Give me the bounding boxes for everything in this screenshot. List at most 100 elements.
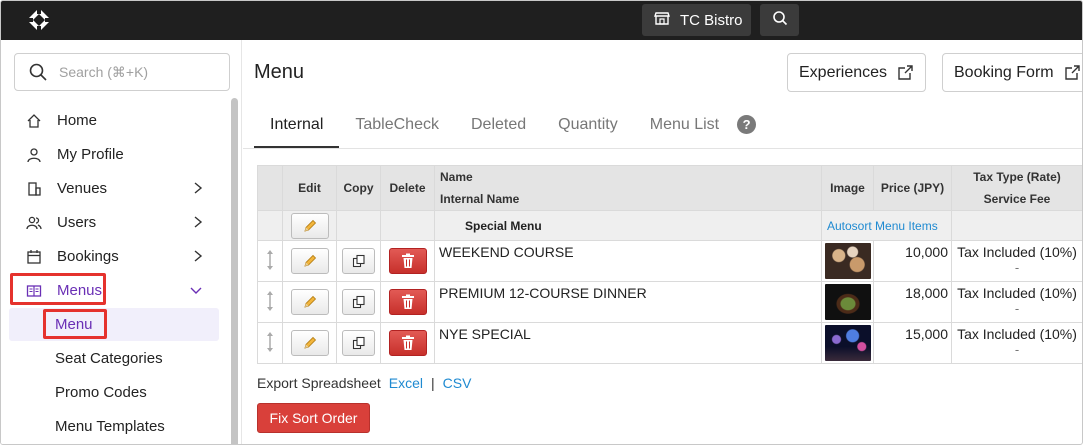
copy-button[interactable] (342, 289, 375, 315)
search-placeholder: Search (⌘+K) (59, 63, 149, 80)
sidebar-subitem-menu-templates[interactable]: Menu Templates (9, 410, 219, 443)
drag-handle-icon[interactable] (257, 322, 283, 364)
edit-cell (282, 240, 337, 282)
menu-price: 10,000 (905, 244, 948, 260)
experiences-button[interactable]: Experiences (787, 53, 926, 92)
tab-deleted[interactable]: Deleted (455, 106, 542, 148)
calendar-icon (25, 248, 43, 266)
tab-divider (243, 148, 1082, 149)
section-empty-cell (336, 210, 381, 241)
tab-tablecheck[interactable]: TableCheck (339, 106, 455, 148)
venue-switcher-button[interactable]: TC Bistro (642, 4, 751, 36)
section-drag-cell (257, 210, 283, 241)
menu-name[interactable]: NYE SPECIAL (439, 323, 821, 342)
section-edit-cell (282, 210, 337, 241)
export-csv-link[interactable]: CSV (443, 375, 472, 391)
booking-form-button[interactable]: Booking Form (942, 53, 1082, 92)
tax-cell: Tax Included (10%) - (951, 240, 1082, 282)
main-content: Menu Experiences Booking Form Internal T… (243, 40, 1082, 444)
menu-name-cell: NYE SPECIAL (434, 322, 822, 364)
image-cell (821, 281, 874, 323)
tax-type: Tax Included (10%) (957, 326, 1077, 342)
drag-handle-icon[interactable] (257, 240, 283, 282)
sidebar-item-venues[interactable]: Venues (9, 172, 219, 205)
autosort-cell: Autosort Menu Items (821, 210, 952, 241)
sidebar-item-label: Bookings (57, 248, 119, 265)
tax-cell: Tax Included (10%) - (951, 281, 1082, 323)
copy-cell (336, 281, 381, 323)
top-bar: TC Bistro (1, 1, 1082, 40)
sidebar-item-my-profile[interactable]: My Profile (9, 138, 219, 171)
section-empty-cell (380, 210, 435, 241)
menu-name-cell: PREMIUM 12-COURSE DINNER (434, 281, 822, 323)
sidebar: Search (⌘+K) Home My Profile Venues User… (1, 40, 242, 444)
col-edit: Edit (282, 165, 337, 211)
copy-button[interactable] (342, 330, 375, 356)
tab-internal[interactable]: Internal (254, 106, 340, 148)
fix-sort-order-button[interactable]: Fix Sort Order (257, 403, 370, 433)
edit-cell (282, 322, 337, 364)
tab-quantity[interactable]: Quantity (542, 106, 634, 148)
menu-name[interactable]: PREMIUM 12-COURSE DINNER (439, 282, 821, 301)
export-separator: | (430, 375, 435, 391)
home-icon (25, 112, 43, 130)
edit-button[interactable] (290, 289, 329, 315)
delete-button[interactable] (388, 289, 427, 315)
app-window: TC Bistro Search (⌘+K) Home My Profile V… (0, 0, 1083, 445)
chevron-right-icon (193, 215, 203, 233)
col-drag (257, 165, 283, 211)
sidebar-item-label: My Profile (57, 146, 124, 163)
sidebar-item-label: Venues (57, 180, 108, 197)
sidebar-subitem-menu[interactable]: Menu (9, 308, 219, 341)
col-copy: Copy (336, 165, 381, 211)
col-name: Name Internal Name (434, 165, 822, 211)
highlight-box-menus (10, 273, 106, 305)
table-row: PREMIUM 12-COURSE DINNER 18,000 Tax Incl… (257, 281, 1082, 323)
menu-name-cell: WEEKEND COURSE (434, 240, 822, 282)
export-excel-link[interactable]: Excel (389, 375, 423, 391)
price-cell: 10,000 (873, 240, 952, 282)
sidebar-item-bookings[interactable]: Bookings (9, 240, 219, 273)
price-cell: 15,000 (873, 322, 952, 364)
export-spreadsheet: Export Spreadsheet Excel | CSV (257, 375, 471, 391)
copy-icon (352, 336, 365, 350)
service-fee: - (1014, 342, 1020, 357)
edit-button[interactable] (290, 248, 329, 274)
delete-cell (380, 281, 435, 323)
autosort-link[interactable]: Autosort Menu Items (827, 219, 938, 233)
delete-button[interactable] (388, 330, 427, 356)
sidebar-item-label: Home (57, 112, 98, 129)
help-icon[interactable]: ? (737, 115, 757, 134)
store-icon (654, 10, 670, 30)
tab-menu-list[interactable]: Menu List (634, 106, 735, 148)
logo-icon[interactable] (26, 7, 52, 33)
table-row: NYE SPECIAL 15,000 Tax Included (10%) - (257, 322, 1082, 364)
menu-name[interactable]: WEEKEND COURSE (439, 241, 821, 260)
chevron-right-icon (193, 181, 203, 199)
sidebar-subitem-seat-categories[interactable]: Seat Categories (9, 342, 219, 375)
sidebar-item-home[interactable]: Home (9, 104, 219, 137)
sidebar-item-label: Users (57, 214, 97, 231)
sidebar-subitem-promo-codes[interactable]: Promo Codes (9, 376, 219, 409)
drag-handle-icon[interactable] (257, 281, 283, 323)
edit-section-button[interactable] (290, 212, 329, 239)
global-search-button[interactable] (760, 4, 799, 36)
sidebar-scrollbar[interactable] (231, 98, 238, 444)
chevron-right-icon (193, 249, 203, 267)
edit-button[interactable] (290, 330, 329, 356)
menu-thumbnail[interactable] (824, 284, 871, 320)
trash-icon (401, 335, 414, 350)
external-link-icon (897, 64, 914, 81)
section-name: Special Menu (434, 210, 822, 241)
menu-thumbnail[interactable] (824, 243, 871, 279)
delete-button[interactable] (388, 248, 427, 274)
menu-thumbnail[interactable] (824, 325, 871, 361)
sidebar-item-users[interactable]: Users (9, 206, 219, 239)
col-internal-name-label: Internal Name (440, 192, 520, 206)
menu-table: Edit Copy Delete Name Internal Name Imag… (257, 165, 1082, 364)
sidebar-search-input[interactable]: Search (⌘+K) (14, 53, 230, 91)
service-fee: - (1014, 301, 1020, 316)
trash-icon (401, 253, 414, 268)
copy-button[interactable] (342, 248, 375, 274)
search-icon (29, 63, 47, 81)
